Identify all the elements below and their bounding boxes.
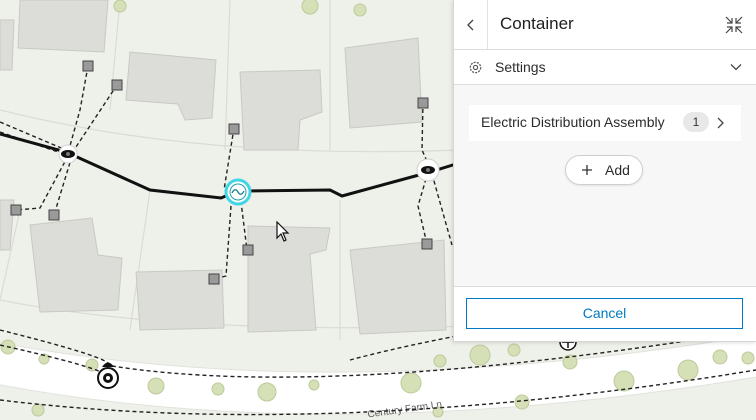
add-button[interactable]: Add xyxy=(565,155,643,185)
transformer-symbol[interactable] xyxy=(416,158,440,182)
gear-icon xyxy=(469,61,482,74)
collapse-icon[interactable] xyxy=(724,15,744,35)
panel-title: Container xyxy=(500,14,574,33)
chevron-left-icon xyxy=(466,19,473,30)
chevron-right-icon xyxy=(717,117,724,129)
assembly-count-badge: 1 xyxy=(683,112,709,132)
panel-header: Container xyxy=(454,0,756,50)
cancel-button[interactable]: Cancel xyxy=(466,298,743,329)
container-panel: Container Settings Electric Distribution… xyxy=(453,0,756,342)
assembly-list-item[interactable]: Electric Distribution Assembly 1 xyxy=(469,105,741,141)
settings-section[interactable]: Settings xyxy=(454,50,756,85)
mouse-cursor-icon xyxy=(276,221,290,242)
selected-device-icon[interactable] xyxy=(224,178,252,206)
plus-icon xyxy=(582,165,592,175)
back-button[interactable] xyxy=(454,0,488,49)
assembly-label: Electric Distribution Assembly xyxy=(481,114,665,130)
add-button-label: Add xyxy=(605,162,630,178)
chevron-down-icon xyxy=(730,64,742,71)
settings-label: Settings xyxy=(495,59,546,75)
transformer-symbol[interactable] xyxy=(58,144,78,164)
panel-body: Electric Distribution Assembly 1 Add xyxy=(454,85,756,287)
